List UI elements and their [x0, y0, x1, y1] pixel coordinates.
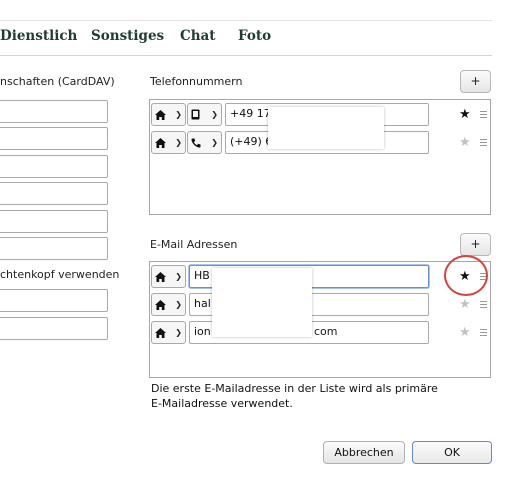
left-field-3[interactable] — [0, 155, 108, 178]
tab-dienstlich[interactable]: Dienstlich — [0, 28, 77, 44]
tabs-divider — [0, 55, 492, 56]
chevron-down-icon: ❯ — [211, 138, 218, 147]
chevron-down-icon: ❯ — [175, 110, 182, 119]
phone-1-type-select[interactable]: ❯ — [151, 103, 186, 126]
email-2-drag-handle-icon[interactable] — [480, 299, 487, 310]
left-field-5[interactable] — [0, 210, 108, 233]
header-use-label: chtenkopf verwenden — [0, 268, 120, 281]
email-3-primary-star-icon[interactable]: ★ — [459, 326, 471, 339]
left-field-8[interactable] — [0, 317, 108, 340]
ok-button[interactable]: OK — [412, 441, 492, 464]
primary-email-hint: Die erste E-Mailadresse in der Liste wir… — [151, 382, 438, 410]
chevron-down-icon: ❯ — [175, 272, 182, 281]
phone-section-label: Telefonnummern — [150, 75, 243, 88]
phone-2-kind-select[interactable]: ❯ — [187, 131, 222, 154]
top-divider — [0, 20, 492, 21]
phone-1-kind-select[interactable]: ❯ — [187, 103, 222, 126]
chevron-down-icon: ❯ — [175, 300, 182, 309]
tab-chat[interactable]: Chat — [180, 28, 216, 44]
telephone-icon — [191, 138, 201, 148]
phone-2-primary-star-icon[interactable]: ★ — [459, 136, 471, 149]
phone-2-drag-handle-icon[interactable] — [480, 137, 487, 148]
email-2-primary-star-icon[interactable]: ★ — [459, 298, 471, 311]
home-icon — [155, 271, 166, 282]
annotation-circle — [444, 255, 488, 296]
redaction-patch — [212, 268, 312, 337]
left-field-6[interactable] — [0, 237, 108, 260]
chevron-down-icon: ❯ — [175, 328, 182, 337]
phone-1-drag-handle-icon[interactable] — [480, 109, 487, 120]
add-email-button[interactable]: + — [460, 233, 491, 256]
home-icon — [155, 327, 166, 338]
tab-foto[interactable]: Foto — [238, 28, 271, 44]
chevron-down-icon: ❯ — [175, 138, 182, 147]
carddav-section-label: nschaften (CardDAV) — [0, 75, 115, 88]
email-3-suffix: com — [314, 325, 338, 338]
email-1-type-select[interactable]: ❯ — [151, 265, 186, 288]
phone-1-primary-star-icon[interactable]: ★ — [459, 108, 471, 121]
home-icon — [155, 109, 166, 120]
redaction-patch — [268, 107, 384, 149]
left-field-4[interactable] — [0, 182, 108, 205]
left-field-7[interactable] — [0, 289, 108, 312]
left-field-2[interactable] — [0, 127, 108, 150]
cancel-button[interactable]: Abbrechen — [323, 441, 405, 464]
tab-sonstiges[interactable]: Sonstiges — [91, 28, 164, 44]
email-section-label: E-Mail Adressen — [150, 238, 238, 251]
email-3-type-select[interactable]: ❯ — [151, 321, 186, 344]
phone-2-type-select[interactable]: ❯ — [151, 131, 186, 154]
email-2-type-select[interactable]: ❯ — [151, 293, 186, 316]
mobile-phone-icon — [191, 109, 200, 120]
home-icon — [155, 137, 166, 148]
email-3-drag-handle-icon[interactable] — [480, 327, 487, 338]
chevron-down-icon: ❯ — [211, 110, 218, 119]
home-icon — [155, 299, 166, 310]
left-field-1[interactable] — [0, 100, 108, 123]
add-phone-button[interactable]: + — [460, 70, 491, 93]
